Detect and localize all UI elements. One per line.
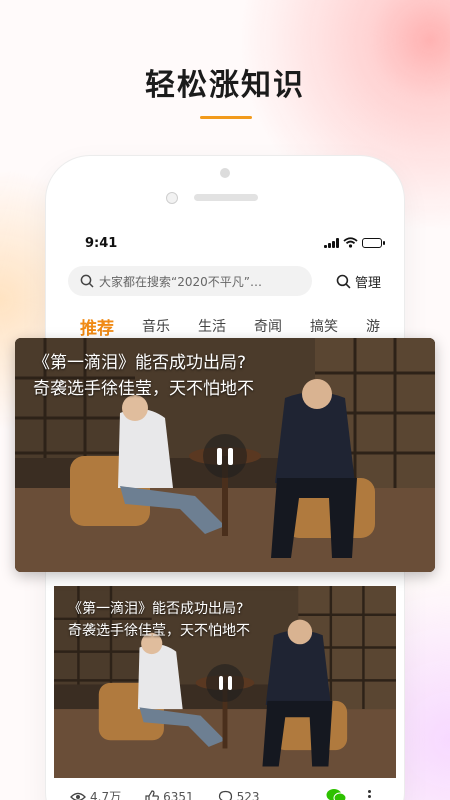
likes-count: 6351 bbox=[163, 789, 194, 800]
featured-caption-line-2: 奇袭选手徐佳莹，天不怕地不 bbox=[33, 379, 254, 399]
search-input[interactable]: 大家都在搜索“2020不平凡”… bbox=[68, 266, 312, 296]
comments-stat[interactable]: 523 bbox=[218, 790, 260, 800]
featured-video-player[interactable]: 《第一滴泪》能否成功出局? 奇袭选手徐佳莹，天不怕地不 bbox=[15, 338, 435, 572]
tab-music[interactable]: 音乐 bbox=[142, 316, 170, 339]
tab-games[interactable]: 游 bbox=[366, 316, 380, 339]
earpiece-speaker bbox=[194, 194, 258, 201]
featured-video-caption: 《第一滴泪》能否成功出局? 奇袭选手徐佳莹，天不怕地不 bbox=[33, 350, 254, 402]
feed-stats: 4.7万 6351 523 bbox=[70, 788, 260, 800]
likes-stat[interactable]: 6351 bbox=[145, 790, 194, 800]
search-placeholder: 大家都在搜索“2020不平凡”… bbox=[99, 274, 262, 289]
pause-icon bbox=[218, 676, 223, 690]
category-tabs: 推荐 音乐 生活 奇闻 搞笑 游 bbox=[80, 316, 396, 339]
wifi-icon bbox=[343, 237, 358, 248]
status-time: 9:41 bbox=[85, 236, 118, 251]
eye-icon bbox=[70, 792, 86, 800]
feed-caption-line-2: 奇袭选手徐佳莹，天不怕地不 bbox=[68, 623, 250, 639]
promo-headline: 轻松涨知识 bbox=[145, 68, 305, 103]
proximity-sensor bbox=[166, 192, 178, 204]
feed-video-player[interactable]: 《第一滴泪》能否成功出局? 奇袭选手徐佳莹，天不怕地不 bbox=[54, 586, 396, 778]
views-stat: 4.7万 bbox=[70, 788, 121, 800]
feed-caption-line-1: 《第一滴泪》能否成功出局? bbox=[68, 601, 244, 617]
battery-icon bbox=[362, 237, 385, 248]
front-camera bbox=[220, 168, 230, 178]
featured-pause-button[interactable] bbox=[203, 434, 247, 478]
thumbs-up-icon bbox=[145, 789, 160, 800]
manage-button[interactable]: 管理 bbox=[336, 272, 381, 291]
pause-icon bbox=[217, 447, 222, 465]
search-icon bbox=[336, 274, 351, 289]
more-options-icon[interactable] bbox=[368, 789, 371, 800]
status-icons bbox=[324, 237, 385, 248]
comments-count: 523 bbox=[236, 789, 260, 800]
tab-funny[interactable]: 搞笑 bbox=[310, 316, 338, 339]
share-actions bbox=[326, 788, 371, 800]
feed-video-caption: 《第一滴泪》能否成功出局? 奇袭选手徐佳莹，天不怕地不 bbox=[68, 598, 250, 642]
manage-label: 管理 bbox=[355, 276, 382, 291]
views-count: 4.7万 bbox=[90, 790, 122, 800]
wechat-icon[interactable] bbox=[326, 788, 346, 800]
tab-life[interactable]: 生活 bbox=[198, 316, 226, 339]
feed-pause-button[interactable] bbox=[206, 664, 244, 702]
comment-icon bbox=[218, 790, 232, 800]
tab-oddities[interactable]: 奇闻 bbox=[254, 316, 282, 339]
search-icon bbox=[80, 274, 94, 288]
headline-underline bbox=[200, 116, 252, 119]
featured-caption-line-1: 《第一滴泪》能否成功出局? bbox=[33, 353, 247, 373]
cellular-signal-icon bbox=[324, 237, 339, 248]
tab-recommend[interactable]: 推荐 bbox=[80, 314, 114, 339]
